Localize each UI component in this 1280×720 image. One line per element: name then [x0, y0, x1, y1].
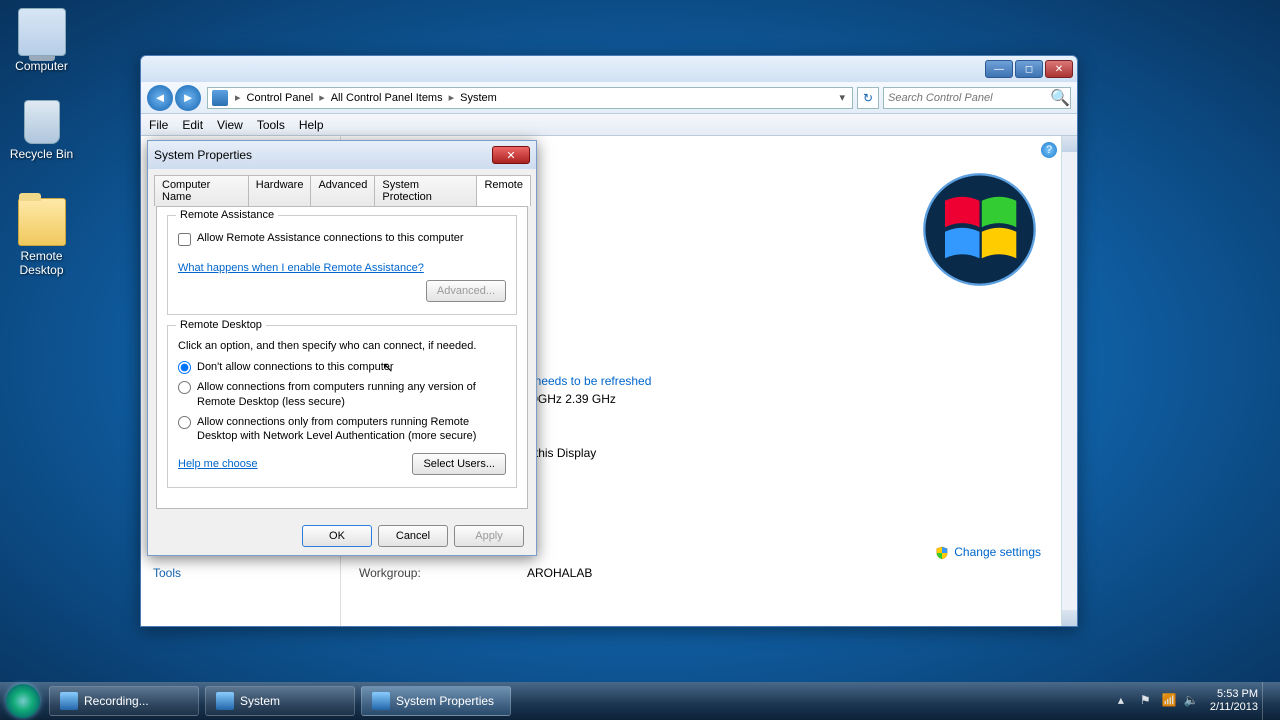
show-desktop-button[interactable]	[1262, 682, 1274, 720]
system-tray: ▴ ⚑ 📶 🔈 5:53 PM 2/11/2013	[1118, 682, 1280, 720]
nav-back-button[interactable]: ◄	[147, 85, 173, 111]
rd-option-any-version[interactable]	[178, 381, 191, 394]
desktop-icon-label: Recycle Bin	[4, 147, 79, 161]
menu-help[interactable]: Help	[299, 118, 324, 132]
help-me-choose-link[interactable]: Help me choose	[178, 458, 258, 470]
dialog-button-row: OK Cancel Apply	[148, 517, 536, 555]
taskbar-item-system-properties[interactable]: System Properties	[361, 686, 511, 716]
window-titlebar[interactable]: — ◻ ✕	[141, 56, 1077, 82]
cancel-button[interactable]: Cancel	[378, 525, 448, 547]
desktop-icon-recycle-bin[interactable]: Recycle Bin	[4, 100, 79, 161]
taskbar-item-recording[interactable]: Recording...	[49, 686, 199, 716]
network-icon[interactable]: 📶	[1162, 693, 1178, 709]
nav-forward-button[interactable]: ►	[175, 85, 201, 111]
rd-option-dont-allow[interactable]	[178, 361, 191, 374]
rd-option-nla[interactable]	[178, 416, 191, 429]
windows-logo-icon	[922, 172, 1037, 287]
taskbar-item-system[interactable]: System	[205, 686, 355, 716]
tab-computer-name[interactable]: Computer Name	[154, 175, 249, 206]
system-properties-dialog: System Properties ✕ Computer Name Hardwa…	[147, 140, 537, 556]
menu-bar: File Edit View Tools Help	[141, 114, 1077, 136]
menu-view[interactable]: View	[217, 118, 243, 132]
maximize-button[interactable]: ◻	[1015, 60, 1043, 78]
rd-prompt: Click an option, and then specify who ca…	[178, 340, 506, 352]
change-settings-link[interactable]: Change settings	[935, 545, 1041, 560]
dialog-title: System Properties	[154, 148, 252, 162]
nav-row: ◄ ► ▸ Control Panel ▸ All Control Panel …	[141, 82, 1077, 114]
menu-edit[interactable]: Edit	[182, 118, 203, 132]
ra-advanced-button[interactable]: Advanced...	[426, 280, 506, 302]
radio-label: Don't allow connections to this computer	[197, 360, 394, 374]
menu-file[interactable]: File	[149, 118, 168, 132]
allow-remote-assistance-checkbox[interactable]	[178, 233, 191, 246]
refresh-button[interactable]: ↻	[857, 87, 879, 109]
start-orb-icon	[6, 684, 40, 718]
search-icon[interactable]: 🔍	[1050, 88, 1070, 108]
workgroup-value: AROHALAB	[527, 566, 592, 580]
app-icon	[216, 692, 234, 710]
taskbar: Recording... System System Properties ▴ …	[0, 682, 1280, 720]
tab-hardware[interactable]: Hardware	[248, 175, 312, 206]
search-input[interactable]	[884, 92, 1050, 104]
search-box[interactable]: 🔍	[883, 87, 1071, 109]
group-remote-desktop: Remote Desktop Click an option, and then…	[167, 325, 517, 488]
flag-icon[interactable]: ⚑	[1140, 693, 1156, 709]
select-users-button[interactable]: Select Users...	[412, 453, 506, 475]
taskbar-item-label: System Properties	[396, 694, 494, 708]
dialog-titlebar[interactable]: System Properties ✕	[148, 141, 536, 169]
scrollbar-vertical[interactable]	[1061, 136, 1077, 626]
dialog-close-button[interactable]: ✕	[492, 146, 530, 164]
folder-icon	[18, 198, 66, 246]
desktop-icon-computer[interactable]: Computer	[4, 8, 79, 73]
control-panel-icon	[212, 90, 228, 106]
date-text: 2/11/2013	[1210, 701, 1258, 714]
recycle-bin-icon	[24, 100, 60, 144]
sidebar-tools-heading: Tools	[153, 566, 328, 580]
chevron-down-icon[interactable]: ▾	[839, 91, 845, 104]
shield-icon	[935, 546, 949, 560]
app-icon	[372, 692, 390, 710]
desktop-icon-remote-desktop[interactable]: Remote Desktop	[4, 198, 79, 277]
tray-up-icon[interactable]: ▴	[1118, 693, 1134, 709]
volume-icon[interactable]: 🔈	[1184, 693, 1200, 709]
desktop-icon-label: Computer	[4, 59, 79, 73]
app-icon	[60, 692, 78, 710]
radio-label: Allow connections only from computers ru…	[197, 415, 506, 444]
apply-button[interactable]: Apply	[454, 525, 524, 547]
tab-advanced[interactable]: Advanced	[310, 175, 375, 206]
group-remote-assistance: Remote Assistance Allow Remote Assistanc…	[167, 215, 517, 315]
taskbar-item-label: System	[240, 694, 280, 708]
start-button[interactable]	[0, 682, 46, 720]
breadcrumb-item[interactable]: Control Panel	[247, 92, 314, 104]
what-happens-link[interactable]: What happens when I enable Remote Assist…	[178, 262, 424, 274]
tab-strip: Computer Name Hardware Advanced System P…	[148, 169, 536, 206]
tab-system-protection[interactable]: System Protection	[374, 175, 477, 206]
group-title: Remote Desktop	[176, 319, 266, 331]
computer-icon	[18, 8, 66, 56]
tab-remote[interactable]: Remote	[476, 175, 531, 206]
radio-label: Allow connections from computers running…	[197, 380, 506, 409]
taskbar-item-label: Recording...	[84, 694, 149, 708]
close-button[interactable]: ✕	[1045, 60, 1073, 78]
menu-tools[interactable]: Tools	[257, 118, 285, 132]
tab-panel-remote: Remote Assistance Allow Remote Assistanc…	[156, 206, 528, 509]
breadcrumb-item[interactable]: System	[460, 92, 497, 104]
workgroup-label: Workgroup:	[359, 566, 527, 580]
minimize-button[interactable]: —	[985, 60, 1013, 78]
clock[interactable]: 5:53 PM 2/11/2013	[1210, 688, 1258, 713]
time-text: 5:53 PM	[1210, 688, 1258, 701]
breadcrumb[interactable]: ▸ Control Panel ▸ All Control Panel Item…	[207, 87, 853, 109]
ok-button[interactable]: OK	[302, 525, 372, 547]
checkbox-label: Allow Remote Assistance connections to t…	[197, 232, 464, 244]
group-title: Remote Assistance	[176, 209, 278, 221]
desktop-icon-label: Remote Desktop	[4, 249, 79, 277]
breadcrumb-item[interactable]: All Control Panel Items	[331, 92, 443, 104]
